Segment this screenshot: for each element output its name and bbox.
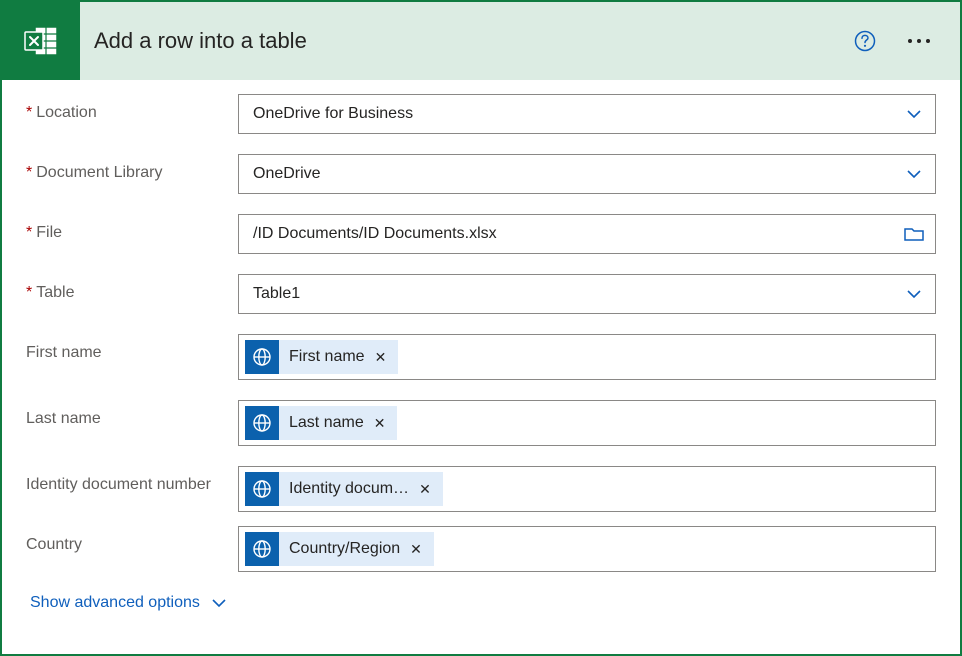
input-country[interactable]: Country/Region ✕ xyxy=(238,526,936,572)
label-document-library: * Document Library xyxy=(26,154,238,182)
dynamic-content-icon xyxy=(245,472,279,506)
row-document-library: * Document Library OneDrive xyxy=(26,154,936,194)
folder-icon[interactable] xyxy=(903,223,925,245)
card-title: Add a row into a table xyxy=(94,28,854,54)
input-last-name[interactable]: Last name ✕ xyxy=(238,400,936,446)
input-first-name[interactable]: First name ✕ xyxy=(238,334,936,380)
dynamic-content-icon xyxy=(245,340,279,374)
dynamic-content-icon xyxy=(245,406,279,440)
chevron-down-icon xyxy=(210,594,228,612)
token-last-name[interactable]: Last name ✕ xyxy=(245,406,397,440)
label-table: * Table xyxy=(26,274,238,302)
select-value: OneDrive xyxy=(253,165,321,183)
chevron-down-icon xyxy=(903,103,925,125)
card-header: Add a row into a table xyxy=(2,2,960,80)
input-identity-doc[interactable]: Identity docum… ✕ xyxy=(238,466,936,512)
token-label: First name xyxy=(289,348,365,366)
label-first-name: First name xyxy=(26,334,238,362)
input-file[interactable]: /ID Documents/ID Documents.xlsx xyxy=(238,214,936,254)
label-identity-doc: Identity document number xyxy=(26,466,238,494)
row-first-name: First name First name ✕ xyxy=(26,334,936,380)
token-country[interactable]: Country/Region ✕ xyxy=(245,532,434,566)
select-table[interactable]: Table1 xyxy=(238,274,936,314)
input-value: /ID Documents/ID Documents.xlsx xyxy=(253,225,497,243)
required-marker: * xyxy=(26,164,32,182)
label-file: * File xyxy=(26,214,238,242)
select-document-library[interactable]: OneDrive xyxy=(238,154,936,194)
token-identity-doc[interactable]: Identity docum… ✕ xyxy=(245,472,443,506)
close-icon[interactable]: ✕ xyxy=(417,479,433,500)
more-icon[interactable] xyxy=(902,33,936,49)
help-icon[interactable] xyxy=(854,30,876,52)
required-marker: * xyxy=(26,224,32,242)
row-table: * Table Table1 xyxy=(26,274,936,314)
label-last-name: Last name xyxy=(26,400,238,428)
token-label: Identity docum… xyxy=(289,480,409,498)
select-value: OneDrive for Business xyxy=(253,105,413,123)
row-file: * File /ID Documents/ID Documents.xlsx xyxy=(26,214,936,254)
token-first-name[interactable]: First name ✕ xyxy=(245,340,398,374)
row-location: * Location OneDrive for Business xyxy=(26,94,936,134)
token-label: Last name xyxy=(289,414,364,432)
advanced-label: Show advanced options xyxy=(30,594,200,612)
select-location[interactable]: OneDrive for Business xyxy=(238,94,936,134)
select-value: Table1 xyxy=(253,285,300,303)
chevron-down-icon xyxy=(903,163,925,185)
label-location: * Location xyxy=(26,94,238,122)
close-icon[interactable]: ✕ xyxy=(408,539,424,560)
dynamic-content-icon xyxy=(245,532,279,566)
row-country: Country Country/Region ✕ xyxy=(26,526,936,572)
chevron-down-icon xyxy=(903,283,925,305)
label-country: Country xyxy=(26,526,238,554)
show-advanced-options[interactable]: Show advanced options xyxy=(30,594,936,612)
action-card: Add a row into a table * Location OneDri… xyxy=(0,0,962,656)
card-body: * Location OneDrive for Business * Docum… xyxy=(2,80,960,626)
close-icon[interactable]: ✕ xyxy=(373,347,389,368)
header-actions xyxy=(854,30,960,52)
close-icon[interactable]: ✕ xyxy=(372,413,388,434)
required-marker: * xyxy=(26,104,32,122)
excel-icon xyxy=(2,2,80,80)
token-label: Country/Region xyxy=(289,540,400,558)
row-last-name: Last name Last name ✕ xyxy=(26,400,936,446)
row-identity-doc: Identity document number Identity docum…… xyxy=(26,466,936,512)
required-marker: * xyxy=(26,284,32,302)
